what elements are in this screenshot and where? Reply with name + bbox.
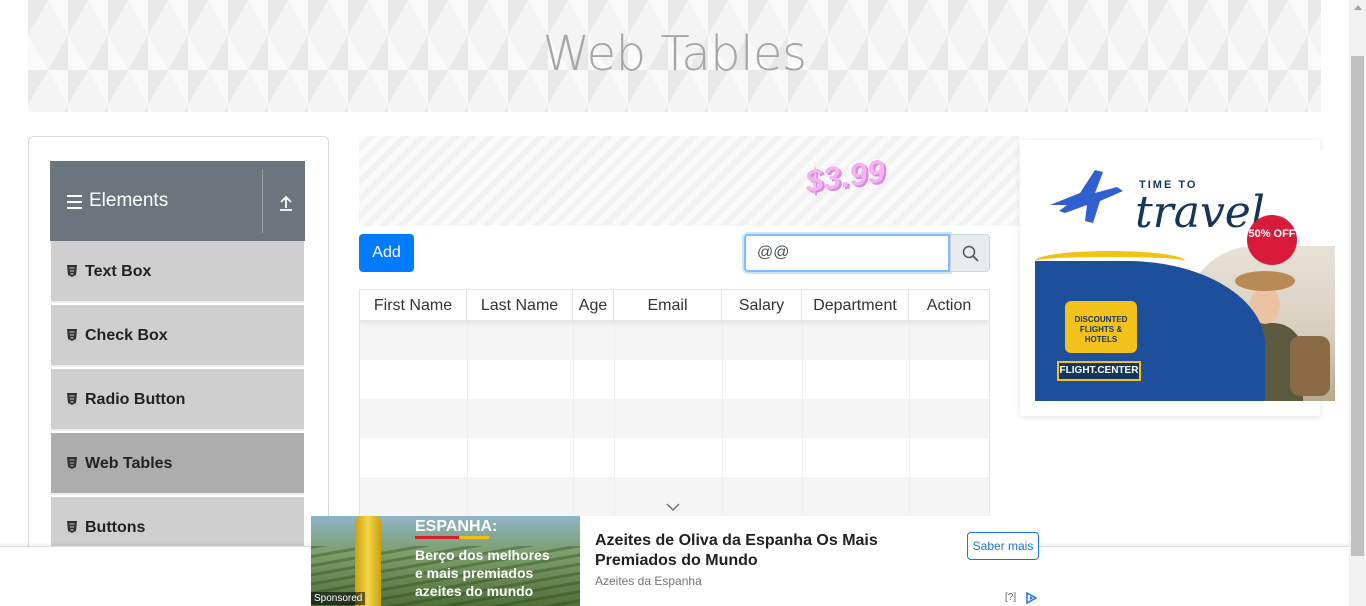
collapse-icon[interactable] [278,194,294,212]
sidebar-item-check-box[interactable]: Check Box [51,305,304,367]
elements-group-header[interactable]: Elements [50,161,305,241]
ad-image-text: Berço dos melhores e mais premiados azei… [415,547,550,599]
travel-ad-image[interactable]: TIME TO travel 50% OFF DISCOUNTED FLIGHT… [1035,151,1335,401]
bottom-ad[interactable]: ESPANHA: Berço dos melhores e mais premi… [311,516,1039,606]
ad-headline[interactable]: Azeites de Oliva da Espanha Os Mais Prem… [595,531,915,571]
divider [262,169,263,233]
table-row [360,321,989,360]
vertical-scrollbar[interactable] [1349,0,1366,606]
backpack [1290,336,1330,396]
table-row [360,399,989,438]
column-divider [802,321,803,528]
bottom-ad-image[interactable]: ESPANHA: Berço dos melhores e mais premi… [311,516,580,606]
ad-yellow-wave [1035,251,1185,271]
search-icon [962,245,979,262]
web-table: First Name Last Name Age Email Salary De… [359,289,990,529]
traveler-hat [1235,271,1295,291]
column-divider [573,321,574,528]
ad-image-heading: ESPANHA: [415,518,498,535]
flag-red-stripe [415,536,459,539]
table-header: First Name Last Name Age Email Salary De… [360,290,989,321]
group-title: Elements [89,190,169,211]
sponsored-label: Sponsored [311,592,366,605]
search-input[interactable] [744,234,950,272]
column-divider [467,321,468,528]
column-header-action[interactable]: Action [909,290,989,321]
search-button[interactable] [950,234,990,272]
sidebar-item-label: Buttons [85,519,146,536]
column-header-first-name[interactable]: First Name [360,290,467,321]
sidebar-item-label: Radio Button [85,391,186,408]
sidebar-item-label: Web Tables [85,455,173,472]
ad-offer-bubble: DISCOUNTED FLIGHTS & HOTELS [1065,301,1137,353]
flag-yellow-stripe [459,536,489,539]
promo-ad-banner[interactable]: $3.99 [359,136,1019,226]
column-divider [722,321,723,528]
add-button[interactable]: Add [359,234,414,272]
sidebar-item-radio-button[interactable]: Radio Button [51,369,304,431]
column-divider [909,321,910,528]
column-header-salary[interactable]: Salary [722,290,802,321]
travel-ad[interactable]: ✕ TIME TO travel 50% OFF DISCOUNTED FLIG… [1020,140,1335,416]
sidebar-item-label: Text Box [85,263,152,280]
column-header-email[interactable]: Email [614,290,722,321]
sidebar-item-web-tables[interactable]: Web Tables [51,433,304,495]
scroll-up-icon[interactable] [1354,5,1362,10]
sidebar: Elements Text Box Check Box Radio Button… [28,136,329,556]
sidebar-item-label: Check Box [85,327,168,344]
adchoices-icon[interactable] [1025,592,1037,604]
ad-info-link[interactable]: [?] [1005,592,1016,603]
sidebar-item-text-box[interactable]: Text Box [51,241,304,303]
page-title: Web Tables [542,26,807,82]
table-row [360,438,989,477]
column-header-last-name[interactable]: Last Name [467,290,573,321]
ad-advertiser: Azeites da Espanha [595,574,702,588]
column-divider [614,321,615,528]
html5-icon [67,521,77,533]
html5-icon [67,393,77,405]
html5-icon [67,329,77,341]
scrollbar-thumb[interactable] [1351,56,1364,556]
table-row [360,360,989,399]
chevron-down-icon[interactable] [666,502,680,512]
page: Web Tables Elements Text Box Check Box R… [0,0,1366,606]
ad-script-title: travel [1135,187,1265,238]
page-banner: Web Tables [28,0,1321,112]
column-header-age[interactable]: Age [573,290,614,321]
discount-badge: 50% OFF [1247,215,1297,265]
airplane-icon [1050,170,1123,223]
promo-price: $3.99 [802,152,888,200]
ad-brand-logo: FLIGHT.CENTER [1057,361,1141,381]
saber-mais-button[interactable]: Saber mais [967,532,1039,560]
html5-icon [67,457,77,469]
menu-icon [67,195,82,209]
column-header-department[interactable]: Department [802,290,909,321]
html5-icon [67,265,77,277]
